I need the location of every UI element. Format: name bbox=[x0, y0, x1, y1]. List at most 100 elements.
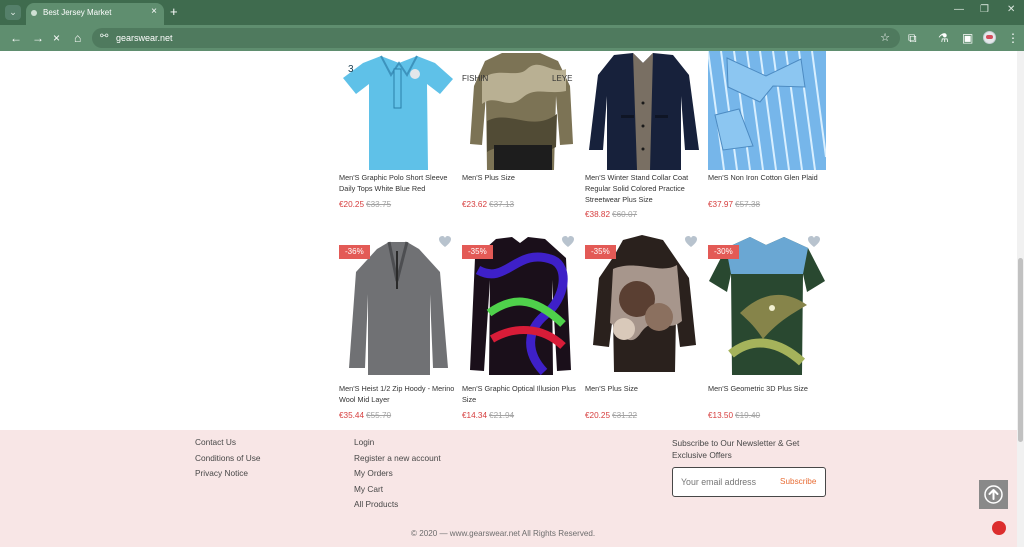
site-info-icon[interactable]: ⚯ bbox=[100, 31, 108, 42]
product-title[interactable]: Men'S Plus Size bbox=[462, 173, 580, 184]
price-row: €20.25 €33.75 bbox=[339, 200, 391, 209]
original-price: €37.13 bbox=[489, 200, 515, 209]
product-title[interactable]: Men'S Winter Stand Collar Coat Regular S… bbox=[585, 173, 703, 205]
labs-icon[interactable]: ⚗ bbox=[938, 31, 949, 45]
original-price: €60.07 bbox=[612, 210, 638, 219]
floating-chat-icon[interactable] bbox=[992, 521, 1006, 535]
new-tab-icon[interactable]: + bbox=[170, 4, 178, 19]
current-price: €20.25 bbox=[339, 200, 365, 209]
all-products-link[interactable]: All Products bbox=[354, 499, 398, 509]
browser-tab-bar: ⌄ Best Jersey Market × + — ❐ ✕ bbox=[0, 0, 1024, 25]
discount-badge: -36% bbox=[339, 245, 370, 259]
menu-icon[interactable]: ⋮ bbox=[1007, 31, 1019, 45]
address-bar[interactable]: ⚯ gearswear.net ☆ bbox=[92, 28, 900, 48]
heart-icon[interactable] bbox=[684, 235, 698, 249]
browser-toolbar: ← → × ⌂ ⚯ gearswear.net ☆ ⧉ ⚗ ▣ ⋮ bbox=[0, 25, 1024, 51]
original-price: €31.22 bbox=[612, 411, 638, 420]
current-price: €20.25 bbox=[585, 411, 611, 420]
product-card[interactable]: FISHIN LEYE Men'S Plus Size €23.62 €37.13 bbox=[462, 51, 580, 211]
tab-title: Best Jersey Market bbox=[43, 8, 112, 17]
original-price: €19.40 bbox=[735, 411, 761, 420]
back-icon[interactable]: ← bbox=[10, 31, 22, 45]
contact-us-link[interactable]: Contact Us bbox=[195, 437, 236, 447]
newsletter-title: Subscribe to Our Newsletter & Get Exclus… bbox=[672, 438, 800, 461]
current-price: €14.34 bbox=[462, 411, 488, 420]
heart-icon[interactable] bbox=[807, 235, 821, 249]
heart-icon[interactable] bbox=[438, 235, 452, 249]
current-price: €13.50 bbox=[708, 411, 734, 420]
bookmark-star-icon[interactable]: ☆ bbox=[880, 31, 890, 44]
original-price: €57.38 bbox=[735, 200, 761, 209]
login-link[interactable]: Login bbox=[354, 437, 374, 447]
product-title[interactable]: Men'S Graphic Optical Illusion Plus Size bbox=[462, 384, 580, 406]
price-row: €38.82 €60.07 bbox=[585, 210, 637, 219]
copyright-text: © 2020 — www.gearswear.net All Rights Re… bbox=[411, 529, 596, 538]
register-link[interactable]: Register a new account bbox=[354, 453, 441, 463]
home-icon[interactable]: ⌂ bbox=[74, 31, 81, 45]
product-card[interactable]: 3 Men'S Graphic Polo Short Sleeve Daily … bbox=[339, 51, 457, 211]
page-scrollbar-thumb[interactable] bbox=[1018, 258, 1023, 442]
svg-text:LEYE: LEYE bbox=[552, 74, 572, 83]
favicon-icon bbox=[31, 10, 37, 16]
active-tab[interactable]: Best Jersey Market × bbox=[26, 3, 164, 25]
current-price: €35.44 bbox=[339, 411, 365, 420]
current-price: €38.82 bbox=[585, 210, 611, 219]
product-title[interactable]: Men'S Heist 1/2 Zip Hoody - Merino Wool … bbox=[339, 384, 457, 406]
heart-icon[interactable] bbox=[561, 235, 575, 249]
winter-coat-image[interactable] bbox=[585, 51, 703, 170]
forward-icon[interactable]: → bbox=[32, 31, 44, 45]
my-orders-link[interactable]: My Orders bbox=[354, 468, 393, 478]
product-card[interactable]: -35% Men'S Graphic Optical Illusion Plus… bbox=[462, 235, 580, 425]
close-tab-icon[interactable]: × bbox=[151, 6, 157, 17]
original-price: €55.70 bbox=[366, 411, 392, 420]
product-title[interactable]: Men'S Non Iron Cotton Glen Plaid bbox=[708, 173, 826, 184]
minimize-icon[interactable]: — bbox=[954, 4, 964, 15]
window-close-icon[interactable]: ✕ bbox=[1007, 4, 1015, 15]
restore-icon[interactable]: ❐ bbox=[980, 4, 989, 15]
striped-shirt-image[interactable] bbox=[708, 51, 826, 170]
price-row: €20.25 €31.22 bbox=[585, 411, 637, 420]
product-card[interactable]: -30% Men'S Geometric 3D Plus Size €13.50… bbox=[708, 235, 826, 425]
polo-shirt-illustration: 3 bbox=[339, 51, 457, 170]
stop-icon[interactable]: × bbox=[53, 31, 60, 45]
svg-text:FISHIN: FISHIN bbox=[462, 74, 488, 83]
discount-badge: -35% bbox=[462, 245, 493, 259]
camo-shirt-image[interactable]: FISHIN LEYE bbox=[462, 51, 580, 170]
price-row: €37.97 €57.38 bbox=[708, 200, 760, 209]
sidebar-icon[interactable]: ▣ bbox=[962, 31, 973, 45]
product-card[interactable]: -36% Men'S Heist 1/2 Zip Hoody - Merino … bbox=[339, 235, 457, 425]
email-input[interactable] bbox=[681, 477, 769, 487]
price-row: €14.34 €21.94 bbox=[462, 411, 514, 420]
original-price: €33.75 bbox=[366, 200, 392, 209]
profile-avatar[interactable] bbox=[983, 31, 996, 44]
striped-shirt-illustration bbox=[708, 51, 826, 170]
camo-shirt-illustration: FISHIN LEYE bbox=[462, 51, 580, 170]
extensions-icon[interactable]: ⧉ bbox=[908, 31, 917, 45]
product-title[interactable]: Men'S Graphic Polo Short Sleeve Daily To… bbox=[339, 173, 457, 195]
product-title[interactable]: Men'S Geometric 3D Plus Size bbox=[708, 384, 826, 395]
my-cart-link[interactable]: My Cart bbox=[354, 484, 383, 494]
current-price: €37.97 bbox=[708, 200, 734, 209]
subscribe-button[interactable]: Subscribe bbox=[780, 477, 816, 486]
price-row: €23.62 €37.13 bbox=[462, 200, 514, 209]
conditions-of-use-link[interactable]: Conditions of Use bbox=[195, 453, 261, 463]
price-row: €35.44 €55.70 bbox=[339, 411, 391, 420]
winter-coat-illustration bbox=[585, 51, 703, 170]
polo-shirt-image[interactable]: 3 bbox=[339, 51, 457, 170]
svg-text:3: 3 bbox=[348, 64, 354, 75]
discount-badge: -35% bbox=[585, 245, 616, 259]
url-text[interactable]: gearswear.net bbox=[116, 33, 173, 43]
privacy-notice-link[interactable]: Privacy Notice bbox=[195, 468, 248, 478]
back-to-top-button[interactable] bbox=[979, 480, 1008, 509]
arrow-up-icon bbox=[984, 485, 1003, 504]
original-price: €21.94 bbox=[489, 411, 515, 420]
tab-list-icon[interactable]: ⌄ bbox=[5, 5, 21, 20]
product-card[interactable]: Men'S Winter Stand Collar Coat Regular S… bbox=[585, 51, 703, 221]
product-card[interactable]: Men'S Non Iron Cotton Glen Plaid €37.97 €… bbox=[708, 51, 826, 211]
newsletter-form: Subscribe bbox=[672, 467, 826, 497]
price-row: €13.50 €19.40 bbox=[708, 411, 760, 420]
current-price: €23.62 bbox=[462, 200, 488, 209]
product-card[interactable]: -35% Men'S Plus Size €20.25 €31.22 bbox=[585, 235, 703, 425]
discount-badge: -30% bbox=[708, 245, 739, 259]
product-title[interactable]: Men'S Plus Size bbox=[585, 384, 703, 395]
